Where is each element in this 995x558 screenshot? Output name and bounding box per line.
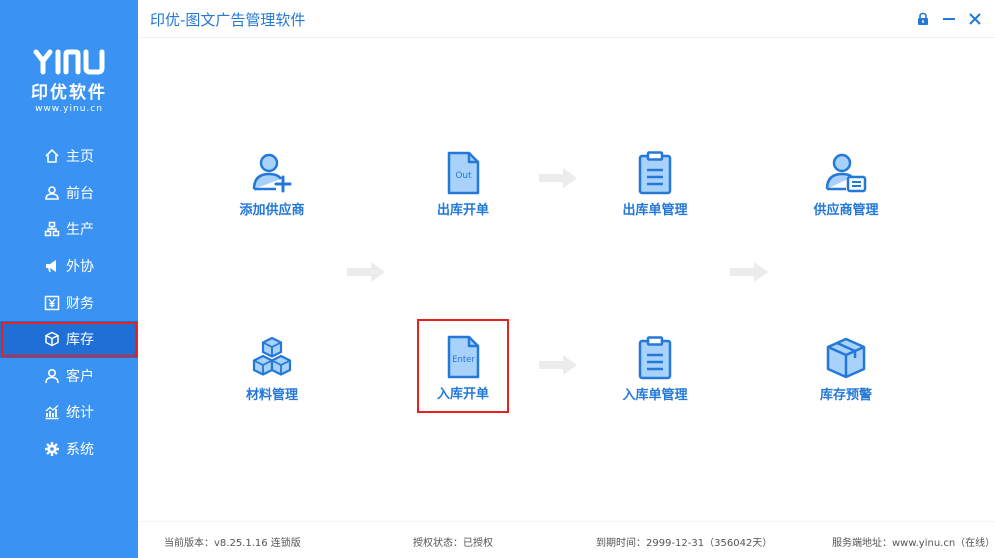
tile-label: 入库单管理 [622, 388, 688, 403]
close-icon [969, 13, 981, 25]
add-supplier-tile[interactable]: 添加供应商 [217, 151, 327, 231]
person-icon [44, 368, 60, 384]
sidebar: 印优软件 www.yinu.cn 主页 前台 生产 外协 财务 库存 客户 统计… [0, 0, 138, 558]
chart-icon [44, 404, 60, 420]
sidebar-item-label: 前台 [66, 185, 94, 202]
flow-arrow-icon [539, 355, 577, 375]
home-icon [44, 148, 60, 164]
lock-button[interactable] [915, 11, 931, 27]
sidebar-nav: 主页 前台 生产 外协 财务 库存 客户 统计 系统 [0, 138, 138, 467]
outbound-manage-tile[interactable]: 出库单管理 [600, 151, 710, 231]
logo-name: 印优软件 [31, 83, 107, 103]
inventory-dashboard: 添加供应商 Out 出库开单 出库单管理 供应商管理 材料管理 Enter 入库… [138, 38, 995, 521]
sidebar-item-production[interactable]: 生产 [0, 211, 138, 248]
sidebar-item-label: 财务 [66, 295, 94, 312]
tile-label: 入库开单 [436, 387, 489, 402]
megaphone-icon [44, 258, 60, 274]
sidebar-item-label: 外协 [66, 259, 94, 276]
close-button[interactable] [967, 11, 983, 27]
box-icon [44, 331, 60, 347]
lock-icon [918, 12, 928, 25]
sidebar-item-label: 生产 [66, 222, 94, 239]
sidebar-item-customer[interactable]: 客户 [0, 358, 138, 395]
tile-label: 出库开单 [436, 203, 489, 218]
sidebar-item-inventory[interactable]: 库存 [0, 320, 138, 358]
sidebar-item-label: 库存 [66, 332, 94, 349]
sidebar-item-frontdesk[interactable]: 前台 [0, 175, 138, 212]
clipboard-icon [638, 336, 672, 380]
sidebar-item-home[interactable]: 主页 [0, 138, 138, 175]
outbound-order-tile[interactable]: Out 出库开单 [408, 151, 518, 231]
sidebar-item-system[interactable]: 系统 [0, 431, 138, 468]
out-document-icon: Out [447, 151, 480, 195]
user-icon [44, 185, 60, 201]
window-title: 印优-图文广告管理软件 [150, 11, 306, 29]
supplier-manage-tile[interactable]: 供应商管理 [791, 151, 901, 231]
sidebar-item-label: 主页 [66, 149, 94, 166]
stock-warning-tile[interactable]: 库存预警 [791, 336, 901, 416]
boxes-icon [252, 336, 292, 376]
gear-icon [44, 441, 60, 457]
title-bar: 印优-图文广告管理软件 [138, 0, 995, 38]
license-status: 授权状态：已授权 [413, 538, 493, 549]
inbound-order-tile[interactable]: Enter 入库开单 [417, 319, 509, 413]
yen-icon [44, 295, 60, 311]
tile-label: 材料管理 [245, 388, 298, 403]
enter-document-icon: Enter [447, 335, 480, 379]
tile-label: 供应商管理 [813, 203, 879, 218]
flow-arrow-icon [730, 262, 768, 282]
sidebar-item-label: 客户 [66, 368, 94, 385]
logo-url: www.yinu.cn [35, 104, 103, 114]
status-bar: 当前版本：v8.25.1.16 连锁版 授权状态：已授权 到期时间：2999-1… [138, 521, 995, 558]
clipboard-icon [638, 151, 672, 195]
expire-date: 到期时间：2999-12-31（356042天） [596, 538, 773, 549]
logo: 印优软件 www.yinu.cn [0, 48, 138, 114]
sidebar-item-statistics[interactable]: 统计 [0, 394, 138, 431]
org-icon [44, 221, 60, 237]
tile-label: 库存预警 [819, 388, 872, 403]
tile-label: 添加供应商 [239, 203, 305, 218]
sidebar-item-finance[interactable]: 财务 [0, 284, 138, 321]
yinu-logo-mark [33, 49, 105, 75]
enter-badge: Enter [452, 355, 475, 365]
sidebar-item-outsource[interactable]: 外协 [0, 248, 138, 285]
out-badge: Out [455, 171, 472, 181]
minimize-button[interactable] [941, 11, 957, 27]
window-controls [915, 11, 983, 27]
user-card-icon [825, 153, 867, 193]
inbound-manage-tile[interactable]: 入库单管理 [600, 336, 710, 416]
sidebar-item-label: 统计 [66, 405, 94, 422]
flow-arrow-icon [347, 262, 385, 282]
version-info: 当前版本：v8.25.1.16 连锁版 [164, 538, 301, 549]
package-icon [826, 337, 866, 379]
server-address: 服务端地址：www.yinu.cn（在线） [832, 538, 995, 549]
app-window: 印优软件 www.yinu.cn 主页 前台 生产 外协 财务 库存 客户 统计… [0, 0, 995, 558]
sidebar-item-label: 系统 [66, 442, 94, 459]
add-user-icon [252, 153, 292, 193]
minimize-icon [943, 18, 955, 20]
flow-arrow-icon [539, 168, 577, 188]
material-manage-tile[interactable]: 材料管理 [217, 336, 327, 416]
tile-label: 出库单管理 [622, 203, 688, 218]
